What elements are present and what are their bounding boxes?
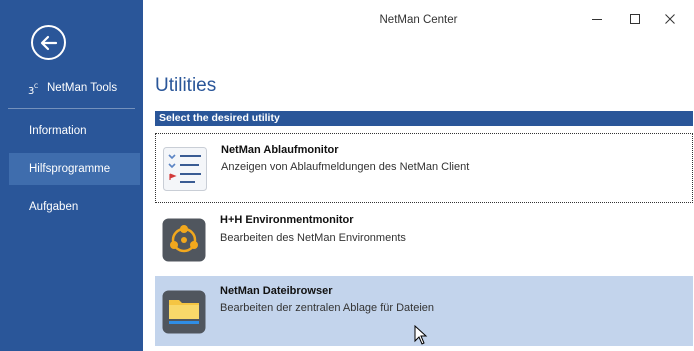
close-icon: [665, 14, 675, 24]
utility-title: NetMan Dateibrowser: [220, 285, 333, 297]
environment-network-icon: [162, 218, 206, 262]
back-arrow-icon: [40, 35, 57, 50]
sidebar-item-aufgaben[interactable]: Aufgaben: [9, 191, 140, 223]
section-header: Select the desired utility: [155, 111, 693, 126]
back-button[interactable]: [31, 25, 66, 60]
sidebar: 3 C NetMan Tools Information Hilfsprogra…: [0, 0, 143, 351]
sidebar-item-label: Hilfsprogramme: [29, 163, 111, 175]
sidebar-item-label: Information: [29, 125, 87, 137]
netman-tools-icon: 3 C: [28, 83, 38, 95]
list-monitor-icon: [163, 147, 207, 191]
title-bar: NetMan Center: [143, 0, 694, 40]
utility-item-ablaufmonitor[interactable]: NetMan Ablaufmonitor Anzeigen von Ablauf…: [155, 133, 693, 203]
app-name: NetMan Tools: [47, 82, 118, 94]
maximize-icon: [630, 14, 640, 24]
folder-browser-icon: [162, 290, 206, 334]
mouse-cursor-icon: [414, 325, 428, 345]
app-name-row: 3 C NetMan Tools: [28, 80, 117, 96]
sidebar-item-label: Aufgaben: [29, 201, 79, 213]
window-title: NetMan Center: [379, 14, 458, 26]
page-title: Utilities: [155, 75, 217, 96]
sidebar-item-hilfsprogramme[interactable]: Hilfsprogramme: [9, 153, 140, 185]
utility-item-environmentmonitor[interactable]: H+H Environmentmonitor Bearbeiten des Ne…: [155, 205, 693, 275]
minimize-icon: [592, 19, 602, 20]
maximize-button[interactable]: [627, 11, 643, 27]
utility-description: Anzeigen von Ablaufmeldungen des NetMan …: [221, 161, 470, 173]
utility-title: NetMan Ablaufmonitor: [221, 144, 339, 156]
svg-text:C: C: [34, 83, 38, 90]
utility-description: Bearbeiten der zentralen Ablage für Date…: [220, 302, 435, 314]
utility-description: Bearbeiten des NetMan Environments: [220, 232, 406, 244]
close-button[interactable]: [662, 11, 678, 27]
sidebar-divider: [8, 108, 135, 109]
sidebar-item-information[interactable]: Information: [9, 115, 140, 147]
utility-title: H+H Environmentmonitor: [220, 214, 354, 226]
minimize-button[interactable]: [589, 11, 605, 27]
